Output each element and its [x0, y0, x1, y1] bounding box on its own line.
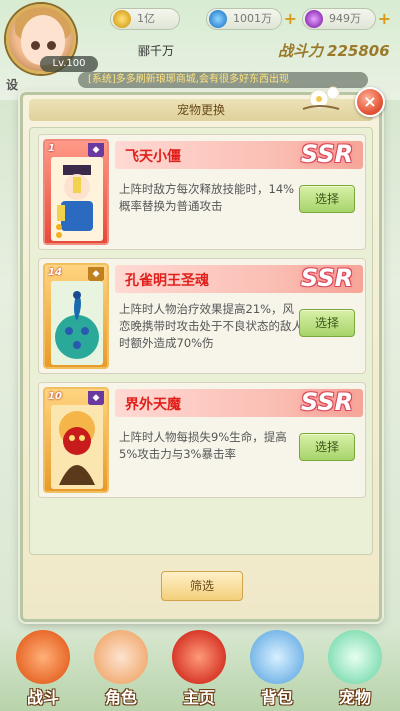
pet-description: 上阵时人物治疗效果提高21%，风恋晚携带时攻击处于不良状态的敌人时额外造成70%… [119, 302, 303, 350]
pet-description: 上阵时敌方每次释放技能时，14%概率替换为普通攻击 [119, 182, 295, 213]
demon-portrait-icon [51, 405, 103, 489]
pet-description: 上阵时人物每损失9%生命，提高5%攻击力与3%暴击率 [119, 430, 287, 461]
gold-coin-icon [113, 10, 131, 28]
filter-button[interactable]: 筛选 [161, 571, 243, 601]
nav-battle[interactable]: 战斗 [6, 630, 80, 710]
diamond-icon [209, 10, 227, 28]
pet-card-level: 10 [48, 391, 62, 402]
sword-icon [16, 630, 70, 684]
gem-counter: 1001万 + [206, 8, 297, 30]
combat-power-value: 225806 [327, 42, 390, 60]
pagoda-icon [172, 630, 226, 684]
pet-name: 孔雀明王圣魂 [125, 273, 209, 289]
avatar-eye-left [31, 41, 40, 50]
pet-entry: 10 ◆ 界外天魔 SSR 上阵时人物每损失9%生命，提高5%攻击力与3%暴击率… [38, 382, 366, 498]
pet-name: 飞天小僵 [125, 149, 181, 165]
blossom-decoration-icon [302, 86, 340, 110]
pet-icon [328, 630, 382, 684]
pet-card[interactable]: 10 ◆ [43, 387, 109, 493]
select-button[interactable]: 选择 [299, 433, 355, 461]
ssr-rarity-icon: SSR [300, 264, 354, 292]
jiangshi-portrait-icon [51, 157, 103, 241]
character-icon [94, 630, 148, 684]
gem-value: 1001万 [233, 12, 272, 25]
nav-label: 宠物 [338, 688, 371, 707]
orb-icon [305, 10, 323, 28]
nav-pet[interactable]: 宠物 [318, 630, 392, 710]
pet-card-level: 14 [48, 267, 62, 278]
nav-label: 战斗 [26, 688, 59, 707]
pet-replace-dialog: 宠物更换 × 1 ◆ 飞天小僵 SSR 上阵时敌方每次释放技能时，14%概率替换… [20, 86, 385, 622]
pet-list: 1 ◆ 飞天小僵 SSR 上阵时敌方每次释放技能时，14%概率替换为普通攻击 选… [29, 127, 373, 555]
ssr-rarity-icon: SSR [300, 140, 354, 168]
pet-card[interactable]: 14 ◆ [43, 263, 109, 369]
pet-name-bar: 飞天小僵 SSR [115, 140, 363, 169]
nav-label: 背包 [260, 688, 293, 707]
pet-name: 界外天魔 [125, 397, 181, 413]
ssr-rarity-icon: SSR [300, 388, 354, 416]
bottom-nav: 战斗 角色 主页 背包 宠物 [0, 626, 400, 711]
nav-home[interactable]: 主页 [162, 630, 236, 710]
combat-power: 战斗力 225806 [278, 40, 390, 61]
close-button[interactable]: × [355, 87, 385, 117]
pet-name-bar: 孔雀明王圣魂 SSR [115, 264, 363, 293]
gold-counter: 1亿 [110, 8, 180, 30]
bag-icon [250, 630, 304, 684]
combat-power-label: 战斗力 [278, 42, 324, 60]
side-menu-label[interactable]: 设 [6, 76, 18, 93]
avatar-eye-right [47, 41, 56, 50]
add-gems-button[interactable]: + [284, 9, 297, 29]
nav-character[interactable]: 角色 [84, 630, 158, 710]
pet-name-bar: 界外天魔 SSR [115, 388, 363, 417]
player-level: Lv.100 [40, 56, 98, 72]
select-button[interactable]: 选择 [299, 185, 355, 213]
player-name: 郦千万 [138, 44, 175, 58]
peacock-portrait-icon [51, 281, 103, 365]
pet-entry: 1 ◆ 飞天小僵 SSR 上阵时敌方每次释放技能时，14%概率替换为普通攻击 选… [38, 134, 366, 250]
pet-card-level: 1 [48, 143, 55, 154]
nav-label: 主页 [182, 688, 215, 707]
pet-card[interactable]: 1 ◆ [43, 139, 109, 245]
gold-value: 1亿 [137, 12, 155, 25]
orb-counter: 949万 + [302, 8, 391, 30]
nav-bag[interactable]: 背包 [240, 630, 314, 710]
pet-entry: 14 ◆ 孔雀明王圣魂 SSR 上阵时人物治疗效果提高21%，风恋晚携带时攻击处… [38, 258, 366, 374]
add-orbs-button[interactable]: + [378, 9, 391, 29]
orb-value: 949万 [329, 12, 361, 25]
close-icon: × [363, 92, 377, 111]
select-button[interactable]: 选择 [299, 309, 355, 337]
nav-label: 角色 [104, 688, 137, 707]
